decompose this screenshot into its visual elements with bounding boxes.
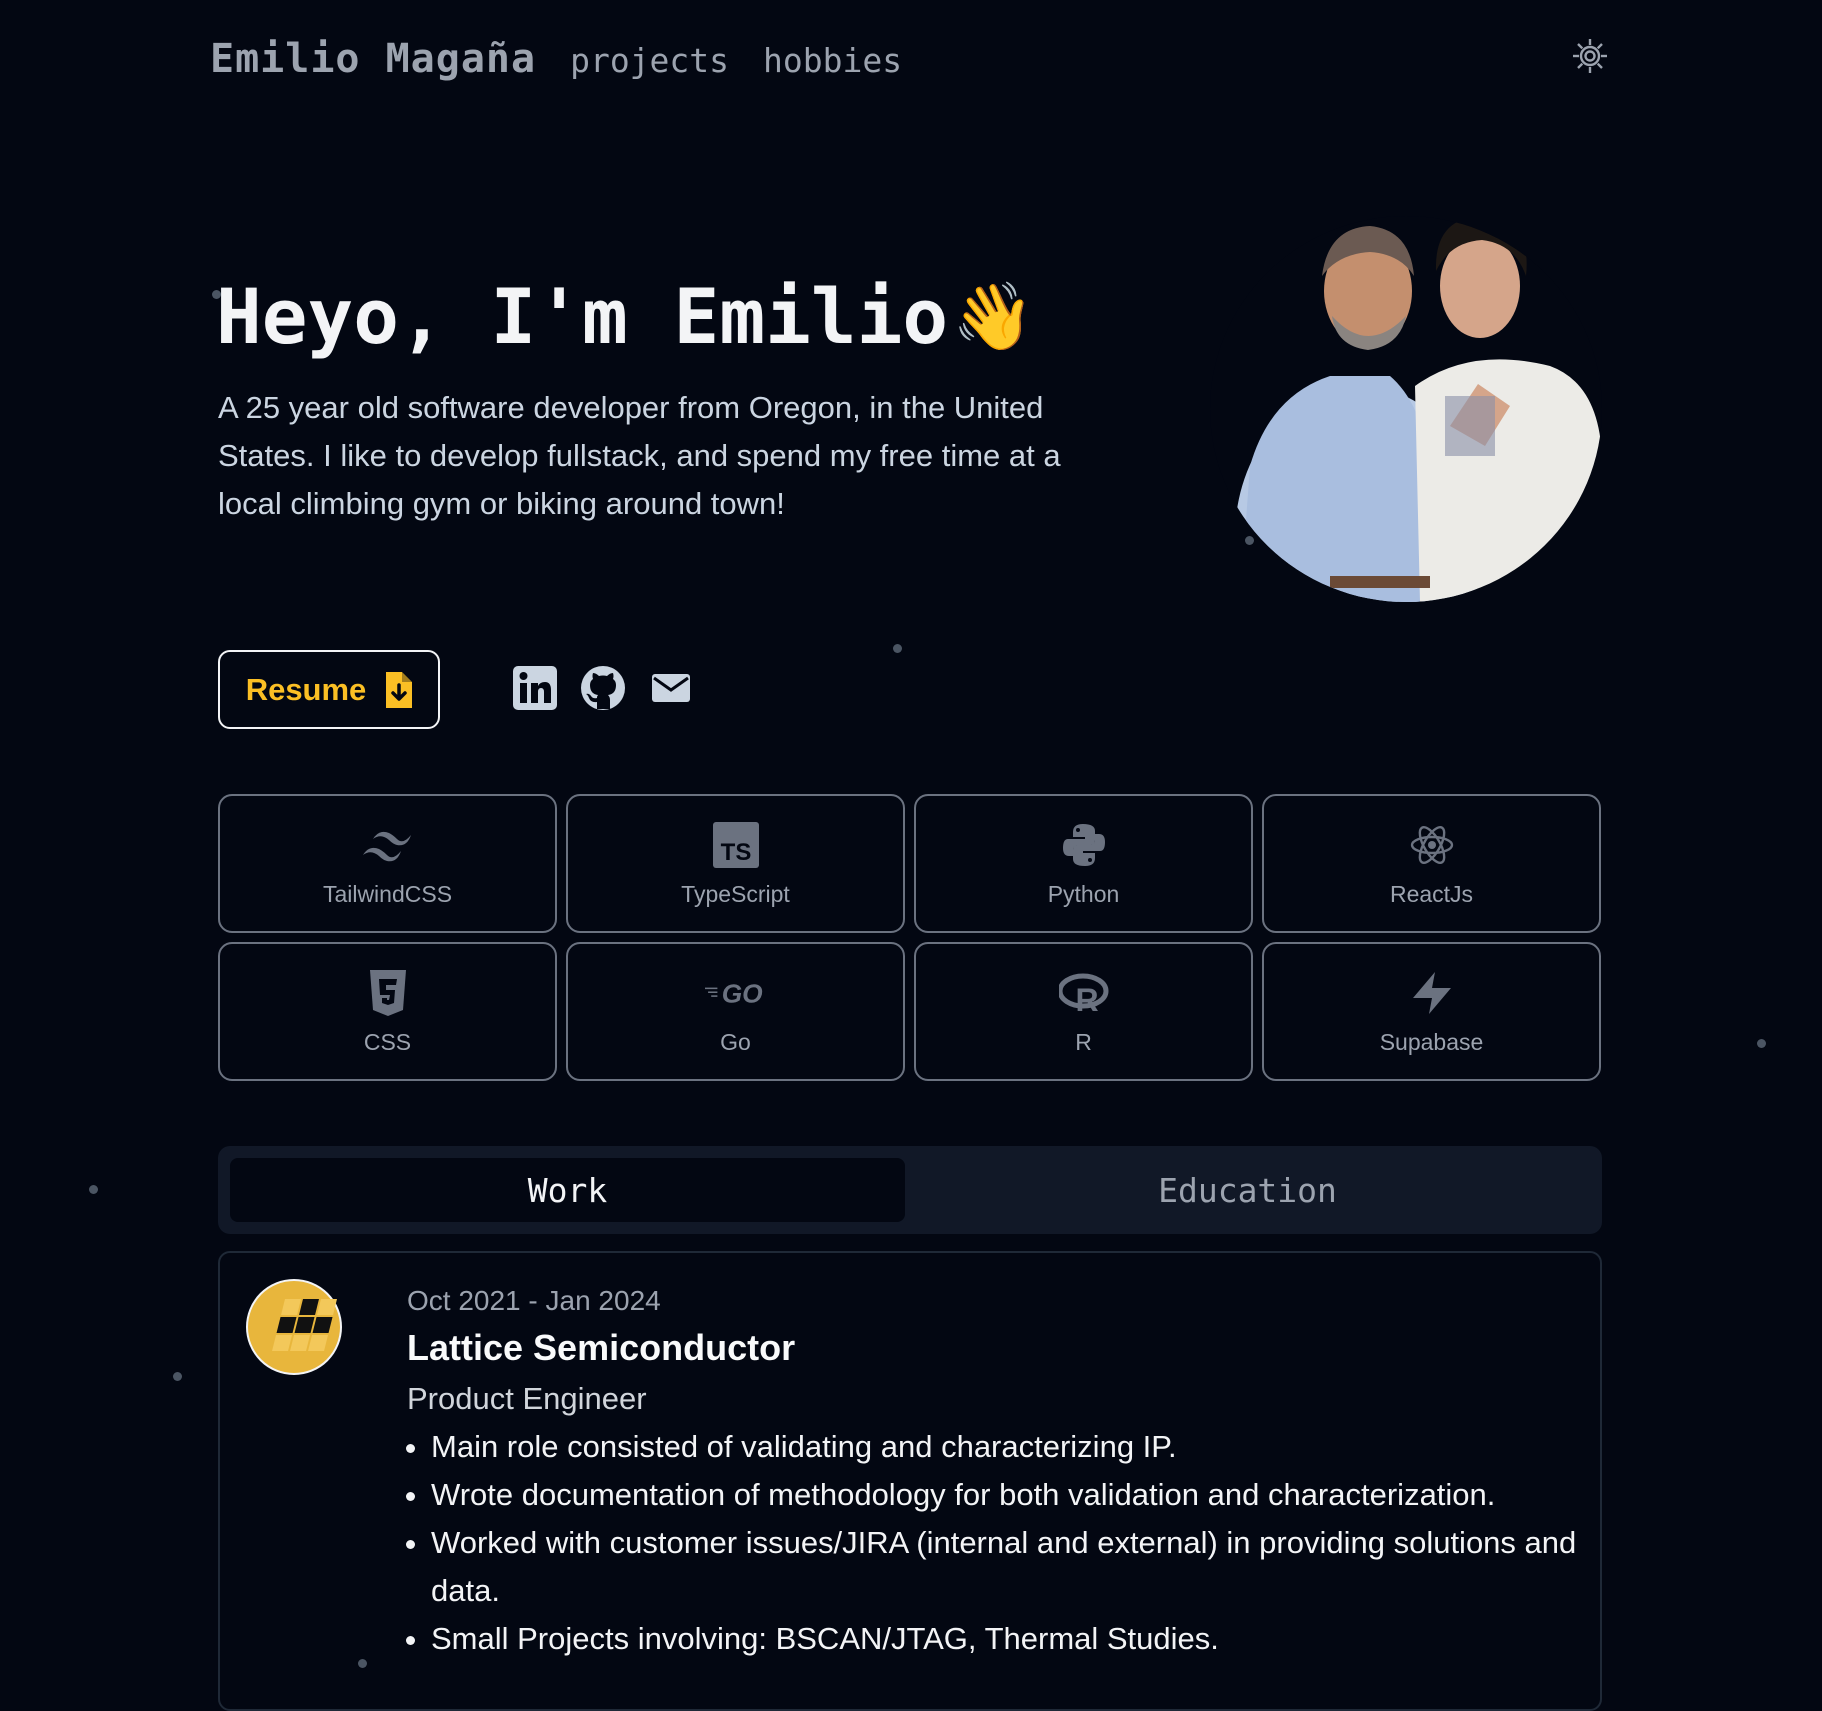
list-item: Main role consisted of validating and ch…	[431, 1423, 1611, 1471]
tailwind-icon	[357, 819, 419, 871]
hero-heading: Heyo, I'm Emilio 👋	[216, 272, 1034, 361]
company-name: Lattice Semiconductor	[407, 1327, 796, 1368]
list-item: Wrote documentation of methodology for b…	[431, 1471, 1611, 1519]
mail-icon	[652, 674, 690, 702]
skill-typescript: TS TypeScript	[566, 794, 905, 933]
linkedin-link[interactable]	[512, 665, 558, 711]
skill-r: R R	[914, 942, 1253, 1081]
social-links	[512, 665, 694, 711]
experience-tabs: Work Education	[218, 1146, 1602, 1234]
skill-label: Python	[1047, 881, 1120, 907]
supabase-icon	[1401, 967, 1463, 1019]
waving-hand-icon: 👋	[952, 277, 1035, 355]
python-icon	[1053, 819, 1115, 871]
skill-label: R	[1075, 1029, 1092, 1055]
job-responsibilities: Main role consisted of validating and ch…	[405, 1423, 1611, 1663]
skill-go: GO Go	[566, 942, 905, 1081]
linkedin-icon	[513, 666, 557, 710]
skill-label: ReactJs	[1389, 881, 1474, 907]
skill-reactjs: ReactJs	[1262, 794, 1601, 933]
svg-text:R: R	[1075, 982, 1098, 1013]
skill-label: CSS	[363, 1029, 412, 1055]
skill-python: Python	[914, 794, 1253, 933]
sun-gear-icon	[1573, 39, 1607, 73]
lattice-logo	[246, 1279, 342, 1375]
go-icon: GO	[704, 967, 767, 1019]
typescript-icon: TS	[705, 819, 767, 871]
skills-grid: TailwindCSS TS TypeScript Python ReactJs…	[218, 794, 1602, 1081]
skill-label: Supabase	[1379, 1029, 1484, 1055]
nav-link-projects[interactable]: projects	[570, 41, 729, 80]
list-item: Small Projects involving: BSCAN/JTAG, Th…	[431, 1615, 1611, 1663]
react-icon	[1401, 819, 1463, 871]
theme-toggle-button[interactable]	[1570, 36, 1610, 76]
svg-text:GO: GO	[721, 978, 762, 1008]
background-star	[1245, 536, 1254, 545]
skill-label: Go	[720, 1029, 751, 1055]
skill-supabase: Supabase	[1262, 942, 1601, 1081]
skill-css: CSS	[218, 942, 557, 1081]
skill-label: TailwindCSS	[322, 881, 453, 907]
tab-work[interactable]: Work	[230, 1158, 905, 1222]
email-link[interactable]	[648, 665, 694, 711]
top-nav: Emilio Magaña projects hobbies	[210, 36, 902, 82]
job-dates: Oct 2021 - Jan 2024	[407, 1285, 661, 1316]
file-download-icon	[386, 671, 413, 708]
svg-text:TS: TS	[720, 839, 751, 866]
background-star	[1757, 1039, 1766, 1048]
skill-label: TypeScript	[681, 881, 790, 907]
background-star	[89, 1185, 98, 1194]
background-star	[173, 1372, 182, 1381]
resume-button[interactable]: Resume	[218, 650, 440, 729]
css3-icon	[357, 967, 419, 1019]
job-title: Product Engineer	[407, 1381, 647, 1416]
tab-education[interactable]: Education	[905, 1158, 1590, 1222]
background-star	[893, 644, 902, 653]
resume-label: Resume	[245, 671, 367, 707]
github-icon	[581, 666, 625, 710]
github-link[interactable]	[580, 665, 626, 711]
r-icon: R	[1053, 967, 1115, 1019]
list-item: Worked with customer issues/JIRA (intern…	[431, 1519, 1611, 1615]
nav-link-hobbies[interactable]: hobbies	[763, 41, 902, 80]
brand-home-link[interactable]: Emilio Magaña	[210, 36, 536, 82]
hero-description: A 25 year old software developer from Or…	[218, 390, 1061, 521]
profile-photo	[1210, 216, 1602, 602]
experience-card: Oct 2021 - Jan 2024 Lattice Semiconducto…	[218, 1251, 1602, 1711]
hero-greeting: Heyo, I'm Emilio	[216, 272, 949, 361]
skill-tailwindcss: TailwindCSS	[218, 794, 557, 933]
